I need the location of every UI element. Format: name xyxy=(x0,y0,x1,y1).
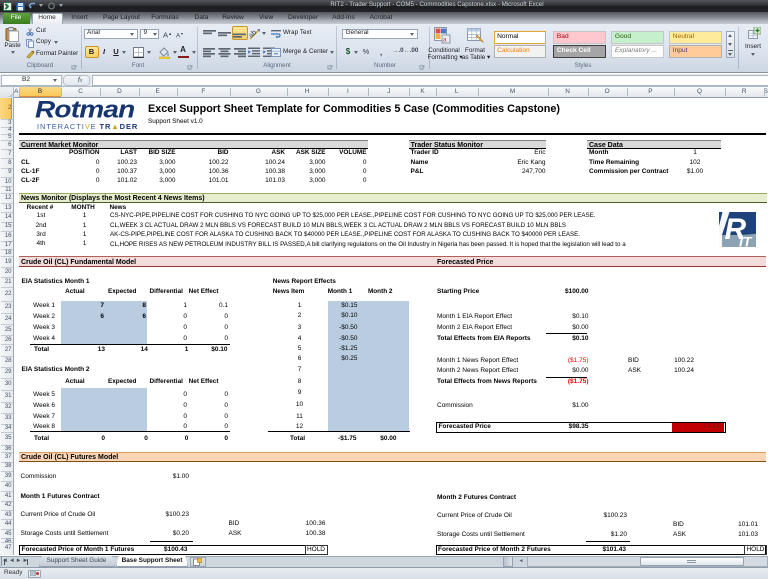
svg-text:ab: ab xyxy=(249,29,258,40)
svg-text:IT: IT xyxy=(739,234,753,248)
